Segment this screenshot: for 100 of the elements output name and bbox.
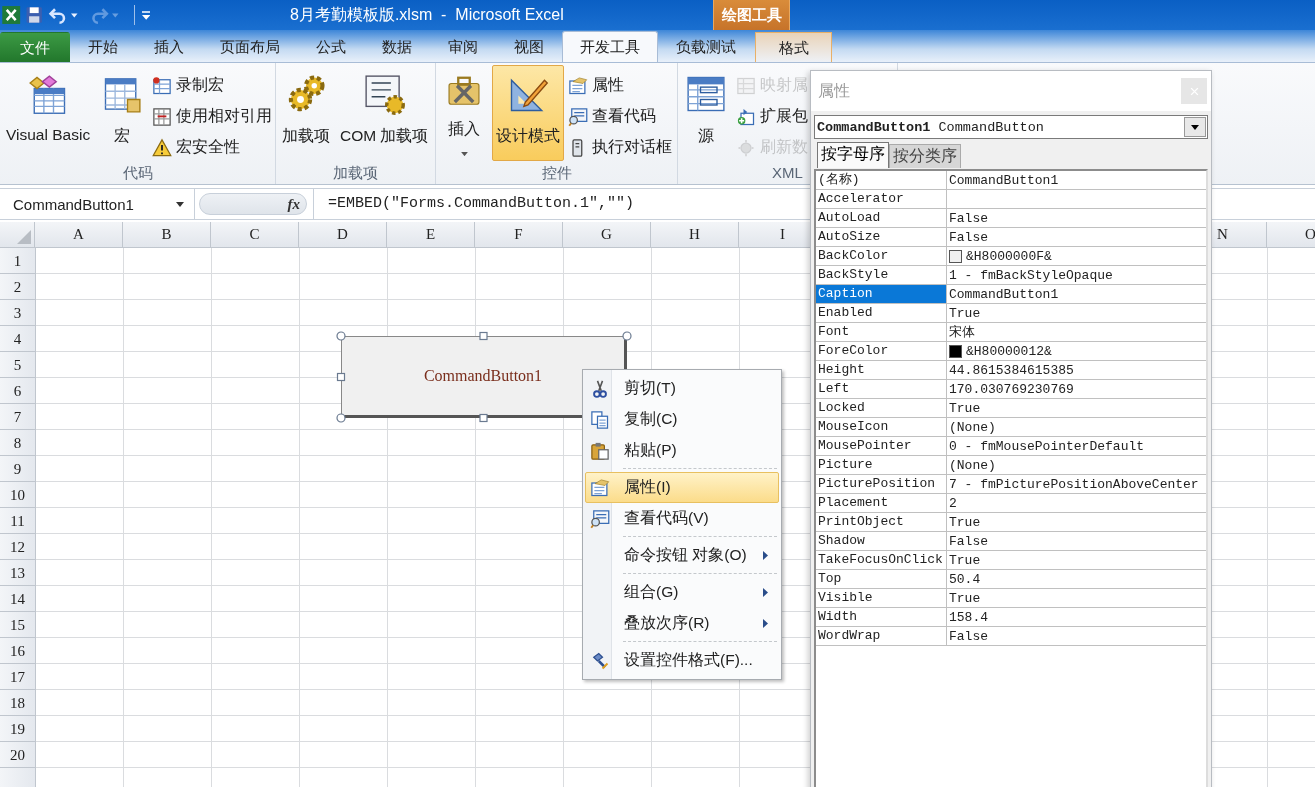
ribbon-button[interactable]: 源 [680,65,732,161]
column-header[interactable]: G [563,222,651,247]
property-name[interactable]: AutoSize [816,228,947,247]
column-header[interactable]: E [387,222,475,247]
ribbon-button[interactable]: 查看代码 [566,102,674,131]
property-name[interactable]: Shadow [816,532,947,551]
row-header[interactable]: 12 [0,534,35,560]
menu-item[interactable]: 叠放次序(R) [585,608,779,639]
ribbon-button[interactable]: 属性 [566,71,674,100]
caret-icon[interactable] [176,201,184,207]
column-header[interactable]: C [211,222,299,247]
property-name[interactable]: Left [816,380,947,399]
ribbon-tab[interactable]: 开发工具 [562,31,658,62]
ribbon-button[interactable]: 使用相对引用 [150,102,275,131]
property-value[interactable]: True [947,304,1206,323]
row-header[interactable]: 19 [0,716,35,742]
column-header[interactable]: A [35,222,123,247]
dropdown-button[interactable] [1184,117,1206,137]
ribbon-tab[interactable]: 页面布局 [202,31,298,62]
ribbon-tab[interactable]: 审阅 [430,31,496,62]
ribbon-tab[interactable]: 文件 [0,32,70,62]
ribbon-button[interactable]: Visual Basic [2,65,95,161]
ribbon-button[interactable]: COM 加载项 [336,65,433,161]
row-header[interactable]: 16 [0,638,35,664]
property-value[interactable]: 2 [947,494,1206,513]
property-name[interactable]: Top [816,570,947,589]
name-box[interactable]: CommandButton1 [0,189,195,219]
property-value[interactable]: CommandButton1 [947,171,1206,190]
ribbon-button[interactable]: 执行对话框 [566,133,674,162]
column-header[interactable]: F [475,222,563,247]
row-header[interactable]: 8 [0,430,35,456]
save-icon[interactable] [24,4,45,26]
property-name[interactable]: Height [816,361,947,380]
property-name[interactable]: PicturePosition [816,475,947,494]
property-value[interactable]: 宋体 [947,323,1206,342]
property-name[interactable]: Picture [816,456,947,475]
property-value[interactable]: (None) [947,418,1206,437]
ribbon-button[interactable]: 宏 [96,65,149,161]
property-value[interactable]: True [947,551,1206,570]
menu-item[interactable]: 命令按钮 对象(O) [585,540,779,571]
row-header[interactable]: 4 [0,326,35,352]
property-value[interactable]: CommandButton1 [947,285,1206,304]
property-value[interactable]: True [947,589,1206,608]
property-value[interactable]: 1 - fmBackStyleOpaque [947,266,1206,285]
property-value[interactable]: 158.4 [947,608,1206,627]
property-value[interactable]: 0 - fmMousePointerDefault [947,437,1206,456]
ribbon-tab[interactable]: 插入 [136,31,202,62]
spreadsheet-app-icon[interactable] [1,4,22,26]
column-header[interactable]: B [123,222,211,247]
property-name[interactable]: Placement [816,494,947,513]
property-name[interactable]: TakeFocusOnClick [816,551,947,570]
property-value[interactable]: True [947,399,1206,418]
insert-function-button[interactable]: fx [287,195,300,213]
row-header[interactable]: 2 [0,274,35,300]
customize-caret-icon[interactable] [141,10,150,20]
property-name[interactable]: MousePointer [816,437,947,456]
property-name[interactable]: MouseIcon [816,418,947,437]
property-value[interactable]: &H8000000F& [947,247,1206,266]
row-header[interactable]: 14 [0,586,35,612]
column-header[interactable]: D [299,222,387,247]
ribbon-tab[interactable]: 开始 [70,31,136,62]
row-header[interactable]: 11 [0,508,35,534]
row-header[interactable]: 1 [0,248,35,274]
property-name[interactable]: (名称) [816,171,947,190]
column-header[interactable]: O [1267,222,1315,247]
property-value[interactable]: False [947,627,1206,646]
menu-item[interactable]: 组合(G) [585,577,779,608]
menu-item[interactable]: 设置控件格式(F)... [585,645,779,676]
property-name[interactable]: PrintObject [816,513,947,532]
ribbon-button[interactable]: 宏安全性 [150,133,275,162]
property-name[interactable]: Locked [816,399,947,418]
row-header[interactable]: 9 [0,456,35,482]
property-value[interactable]: 170.030769230769 [947,380,1206,399]
menu-item[interactable]: 粘贴(P) [585,435,779,466]
property-name[interactable]: AutoLoad [816,209,947,228]
row-header[interactable]: 20 [0,742,35,768]
property-value[interactable]: (None) [947,456,1206,475]
menu-item[interactable]: 属性(I) [585,472,779,503]
property-name[interactable]: Accelerator [816,190,947,209]
object-dropdown[interactable]: CommandButton1 CommandButton [814,115,1208,139]
property-name[interactable]: BackColor [816,247,947,266]
row-header[interactable]: 6 [0,378,35,404]
ribbon-button[interactable]: 扩展包 [734,102,810,131]
property-value[interactable]: False [947,532,1206,551]
property-name[interactable]: Width [816,608,947,627]
ribbon-button[interactable]: 设计模式 [492,65,564,161]
row-header[interactable]: 7 [0,404,35,430]
property-value[interactable]: False [947,228,1206,247]
property-name[interactable]: Visible [816,589,947,608]
ribbon-button[interactable]: 插入 [438,65,490,161]
property-name[interactable]: ForeColor [816,342,947,361]
property-value[interactable]: &H80000012& [947,342,1206,361]
tab[interactable]: 按分类序 [889,144,961,168]
row-header[interactable]: 5 [0,352,35,378]
ribbon-button[interactable]: 加载项 [278,65,334,161]
property-name[interactable]: WordWrap [816,627,947,646]
row-header[interactable]: 17 [0,664,35,690]
property-value[interactable]: True [947,513,1206,532]
column-header[interactable]: H [651,222,739,247]
ribbon-tab[interactable]: 格式 [755,32,832,62]
